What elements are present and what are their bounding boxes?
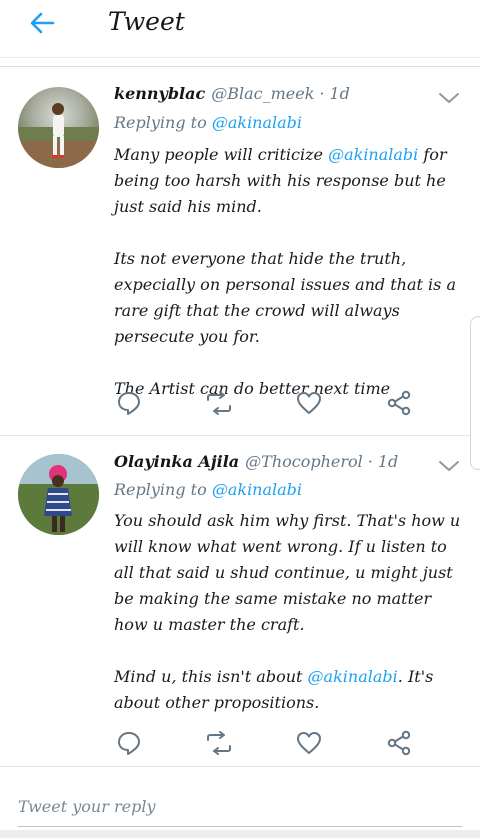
replying-to-line: Replying to @akinalabi xyxy=(114,480,302,499)
timestamp: 1d xyxy=(377,452,399,471)
tweet-actions xyxy=(0,388,480,422)
display-name[interactable]: kennyblac xyxy=(114,84,205,103)
meta-separator: · xyxy=(319,84,325,103)
divider xyxy=(0,66,480,67)
tweet-menu-button[interactable] xyxy=(438,458,460,474)
replying-to-mention[interactable]: @akinalabi xyxy=(212,113,302,132)
avatar[interactable] xyxy=(18,87,99,168)
avatar-photo xyxy=(18,103,99,168)
tweet-actions xyxy=(0,728,480,762)
reply-icon xyxy=(118,392,140,415)
tweet-author-row: kennyblac @Blac_meek · 1d xyxy=(114,84,440,106)
page-title: Tweet xyxy=(108,7,185,36)
top-app-bar: Tweet xyxy=(0,0,480,58)
share-button[interactable] xyxy=(384,388,414,418)
timestamp: 1d xyxy=(329,84,350,103)
reply-tweet[interactable]: kennyblac @Blac_meek · 1d Replying to @a… xyxy=(0,68,480,435)
retweet-button[interactable] xyxy=(204,728,234,758)
tweet-author-row: Olayinka Ajila @Thocopherol · 1d xyxy=(114,452,440,474)
tweet-paragraph: Mind u, this isn't about @akinalabi. It'… xyxy=(114,664,466,716)
reply-icon xyxy=(118,732,140,755)
chevron-down-icon xyxy=(439,93,459,104)
tweet-body: You should ask him why first. That's how… xyxy=(114,508,466,716)
share-button[interactable] xyxy=(384,728,414,758)
tweet-text: You should ask him why first. That's how… xyxy=(114,511,461,634)
retweet-icon xyxy=(207,731,231,755)
tweet-paragraph: Many people will criticize @akinalabi fo… xyxy=(114,142,466,220)
edge-panel-handle[interactable] xyxy=(470,316,480,470)
reply-composer xyxy=(0,766,480,838)
meta-separator: · xyxy=(367,452,373,471)
arrow-left-icon xyxy=(30,12,55,34)
system-bar-edge xyxy=(0,830,480,838)
heart-icon xyxy=(297,732,321,754)
retweet-button[interactable] xyxy=(204,388,234,418)
avatar-photo xyxy=(18,454,99,535)
user-handle[interactable]: @Thocopherol xyxy=(245,452,363,471)
tweet-paragraph: You should ask him why first. That's how… xyxy=(114,508,466,638)
mention-link[interactable]: @akinalabi xyxy=(308,667,398,686)
tweet-paragraph: Its not everyone that hide the truth, ex… xyxy=(114,246,466,350)
share-icon xyxy=(387,730,411,756)
retweet-icon xyxy=(207,391,231,415)
chevron-down-icon xyxy=(439,461,459,472)
tweet-body: Many people will criticize @akinalabi fo… xyxy=(114,142,466,402)
user-handle[interactable]: @Blac_meek xyxy=(211,84,314,103)
reply-input[interactable] xyxy=(18,787,462,827)
like-button[interactable] xyxy=(294,728,324,758)
tweet-text: Mind u, this isn't about xyxy=(114,667,308,686)
tweet-text: Many people will criticize xyxy=(114,145,329,164)
replying-to-line: Replying to @akinalabi xyxy=(114,113,302,132)
tweet-text: Its not everyone that hide the truth, ex… xyxy=(114,249,456,346)
display-name[interactable]: Olayinka Ajila xyxy=(114,452,239,471)
share-icon xyxy=(387,390,411,416)
like-button[interactable] xyxy=(294,388,324,418)
replying-to-label: Replying to xyxy=(114,480,207,499)
replying-to-mention[interactable]: @akinalabi xyxy=(212,480,302,499)
reply-button[interactable] xyxy=(114,728,144,758)
heart-icon xyxy=(297,392,321,414)
mention-link[interactable]: @akinalabi xyxy=(328,145,418,164)
tweet-menu-button[interactable] xyxy=(438,90,460,106)
back-button[interactable] xyxy=(26,8,58,38)
replying-to-label: Replying to xyxy=(114,113,207,132)
reply-button[interactable] xyxy=(114,388,144,418)
reply-tweet[interactable]: Olayinka Ajila @Thocopherol · 1d Replyin… xyxy=(0,436,480,764)
avatar[interactable] xyxy=(18,454,99,535)
